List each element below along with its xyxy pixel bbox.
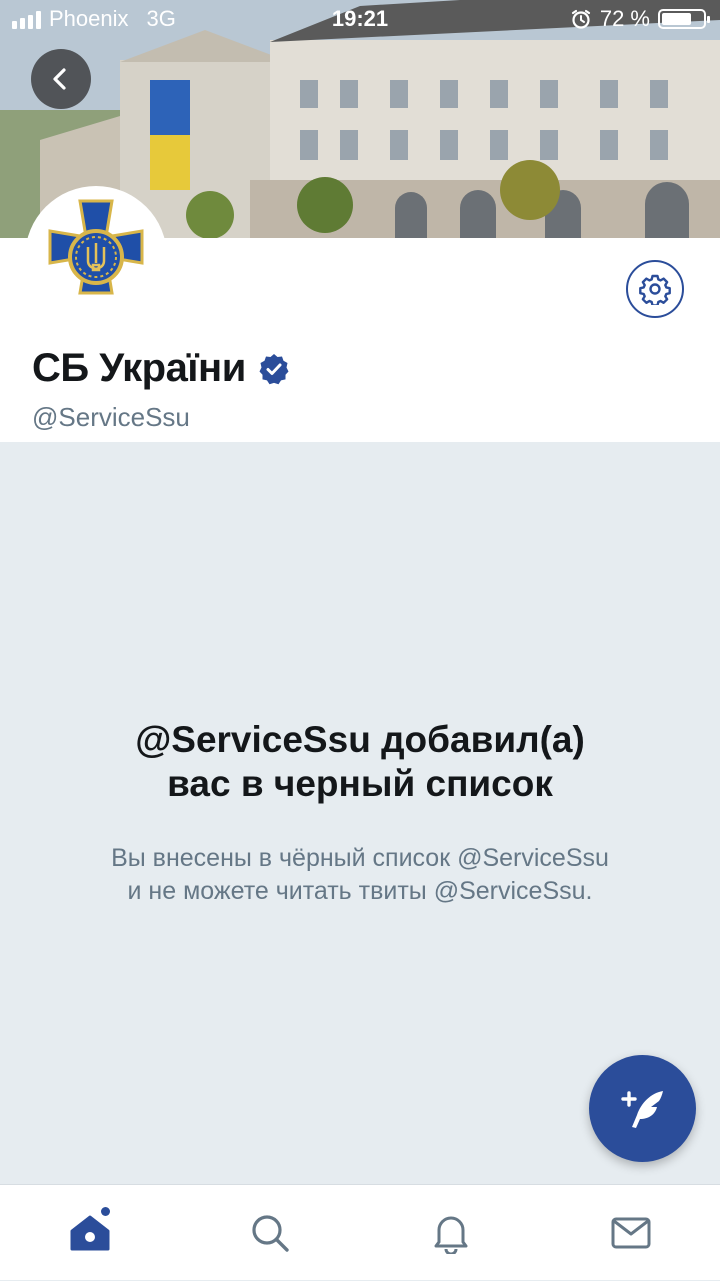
- tab-search[interactable]: [225, 1185, 315, 1281]
- home-icon: [70, 1215, 110, 1251]
- blocked-title-line: @ServiceSsu добавил(а): [135, 719, 585, 760]
- tab-home[interactable]: [45, 1185, 135, 1281]
- chevron-left-icon: [53, 68, 66, 90]
- display-name: СБ України: [32, 346, 246, 390]
- status-bar: Phoenix 3G 19:21 72 %: [0, 0, 720, 38]
- back-button[interactable]: [31, 49, 91, 109]
- search-icon: [252, 1215, 289, 1252]
- status-right: 72 %: [570, 6, 710, 32]
- ssu-emblem-icon: [48, 199, 144, 295]
- tab-messages[interactable]: [586, 1185, 676, 1281]
- blocked-title-line: вас в черный список: [167, 763, 553, 804]
- blocked-description: Вы внесены в чёрный список @ServiceSsu и…: [40, 842, 680, 908]
- battery-percent: 72 %: [599, 6, 650, 31]
- profile-handle: @ServiceSsu: [32, 402, 190, 432]
- bell-icon: [434, 1216, 468, 1254]
- avatar[interactable]: [25, 186, 167, 328]
- profile-name-row: СБ України: [32, 346, 290, 391]
- mail-icon: [611, 1217, 651, 1249]
- bottom-tab-bar: [0, 1184, 720, 1280]
- settings-button[interactable]: [626, 260, 684, 318]
- alarm-icon: [571, 9, 590, 29]
- compose-tweet-button[interactable]: [589, 1055, 696, 1162]
- blocked-desc-line: Вы внесены в чёрный список @ServiceSsu: [111, 844, 609, 872]
- blocked-title: @ServiceSsu добавил(а) вас в черный спис…: [40, 718, 680, 806]
- compose-tweet-icon: [620, 1090, 663, 1128]
- tab-notifications[interactable]: [406, 1185, 496, 1281]
- battery-icon: [658, 9, 710, 29]
- notification-dot: [101, 1207, 110, 1216]
- verified-badge-icon: [259, 353, 289, 384]
- blocked-desc-line: и не можете читать твиты @ServiceSsu.: [127, 877, 593, 905]
- gear-icon: [639, 274, 671, 305]
